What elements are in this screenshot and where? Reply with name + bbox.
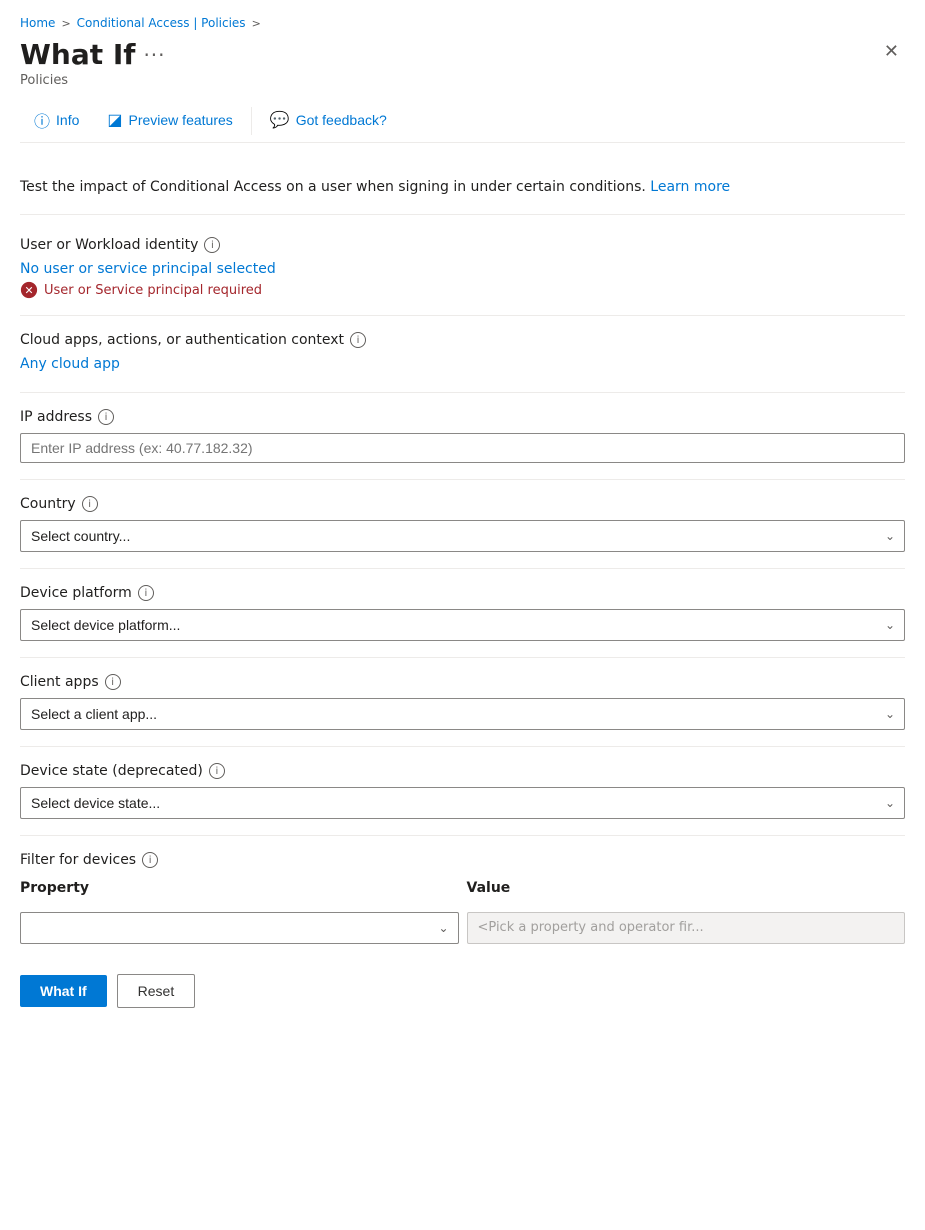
what-if-button[interactable]: What If xyxy=(20,975,107,1007)
user-error-row: ✕ User or Service principal required xyxy=(20,281,905,299)
breadcrumb-conditional-access[interactable]: Conditional Access | Policies xyxy=(77,16,246,30)
error-icon: ✕ xyxy=(20,281,38,299)
page-title-area: What If ··· xyxy=(20,38,166,71)
country-info-icon: i xyxy=(82,496,98,512)
feedback-icon: 💬 xyxy=(270,110,290,130)
country-label: Country i xyxy=(20,496,905,512)
device-state-info-icon: i xyxy=(209,763,225,779)
breadcrumb-sep-1: > xyxy=(61,17,70,30)
info-tab-button[interactable]: ⓘ Info xyxy=(20,100,93,142)
filter-value-display: <Pick a property and operator fir... xyxy=(467,912,906,944)
country-section: Country i Select country... United State… xyxy=(20,480,905,569)
ip-address-input[interactable] xyxy=(20,433,905,463)
page-subtitle: Policies xyxy=(20,73,905,88)
ip-label: IP address i xyxy=(20,409,905,425)
feedback-label: Got feedback? xyxy=(296,112,387,128)
user-selection-link[interactable]: No user or service principal selected xyxy=(20,261,905,277)
client-apps-info-icon: i xyxy=(105,674,121,690)
preview-label: Preview features xyxy=(129,112,233,128)
ip-info-icon: i xyxy=(98,409,114,425)
page-header: What If ··· ✕ xyxy=(20,38,905,71)
breadcrumb: Home > Conditional Access | Policies > xyxy=(20,16,905,30)
cloud-apps-info-icon: i xyxy=(350,332,366,348)
feedback-button[interactable]: 💬 Got feedback? xyxy=(256,102,401,140)
filter-devices-label: Filter for devices i xyxy=(20,852,905,868)
device-platform-select-wrapper: Select device platform... Android iOS Wi… xyxy=(20,609,905,641)
svg-text:✕: ✕ xyxy=(24,284,33,297)
info-circle-icon: ⓘ xyxy=(34,108,50,132)
country-select-wrapper: Select country... United States United K… xyxy=(20,520,905,552)
reset-button[interactable]: Reset xyxy=(117,974,196,1008)
filter-devices-info-icon: i xyxy=(142,852,158,868)
client-apps-section: Client apps i Select a client app... Bro… xyxy=(20,658,905,747)
user-identity-label: User or Workload identity i xyxy=(20,237,905,253)
device-platform-label: Device platform i xyxy=(20,585,905,601)
info-label: Info xyxy=(56,112,79,128)
breadcrumb-home[interactable]: Home xyxy=(20,16,55,30)
description-section: Test the impact of Conditional Access on… xyxy=(20,161,905,215)
device-platform-section: Device platform i Select device platform… xyxy=(20,569,905,658)
cloud-app-selection-link[interactable]: Any cloud app xyxy=(20,356,905,372)
more-options-icon[interactable]: ··· xyxy=(143,43,165,67)
value-column-header: Value xyxy=(467,876,906,904)
client-apps-select-wrapper: Select a client app... Browser Mobile ap… xyxy=(20,698,905,730)
filter-devices-section: Filter for devices i Property Value ⌄ <P… xyxy=(20,836,905,954)
filter-property-select[interactable] xyxy=(20,912,459,944)
filter-grid: Property Value ⌄ <Pick a property and op… xyxy=(20,876,905,944)
ip-address-section: IP address i xyxy=(20,393,905,480)
user-identity-info-icon: i xyxy=(204,237,220,253)
action-bar: What If Reset xyxy=(20,954,905,1024)
device-platform-select[interactable]: Select device platform... Android iOS Wi… xyxy=(20,609,905,641)
toolbar-divider xyxy=(251,107,252,135)
toolbar: ⓘ Info ◪ Preview features 💬 Got feedback… xyxy=(20,100,905,143)
cloud-apps-label: Cloud apps, actions, or authentication c… xyxy=(20,332,905,348)
device-state-label: Device state (deprecated) i xyxy=(20,763,905,779)
device-platform-info-icon: i xyxy=(138,585,154,601)
preview-features-button[interactable]: ◪ Preview features xyxy=(93,102,246,140)
client-apps-select[interactable]: Select a client app... Browser Mobile ap… xyxy=(20,698,905,730)
country-select[interactable]: Select country... United States United K… xyxy=(20,520,905,552)
device-state-select[interactable]: Select device state... Device Hybrid Azu… xyxy=(20,787,905,819)
property-column-header: Property xyxy=(20,876,459,904)
device-state-select-wrapper: Select device state... Device Hybrid Azu… xyxy=(20,787,905,819)
page-container: Home > Conditional Access | Policies > W… xyxy=(0,0,925,1040)
learn-more-link[interactable]: Learn more xyxy=(650,179,730,195)
cloud-apps-section: Cloud apps, actions, or authentication c… xyxy=(20,316,905,393)
preview-icon: ◪ xyxy=(107,110,122,130)
error-message: User or Service principal required xyxy=(44,283,262,298)
page-title: What If xyxy=(20,38,135,71)
breadcrumb-sep-2: > xyxy=(252,17,261,30)
description-text: Test the impact of Conditional Access on… xyxy=(20,179,646,195)
user-identity-section: User or Workload identity i No user or s… xyxy=(20,221,905,316)
close-button[interactable]: ✕ xyxy=(878,38,905,64)
filter-property-select-wrapper: ⌄ xyxy=(20,912,459,944)
device-state-section: Device state (deprecated) i Select devic… xyxy=(20,747,905,836)
client-apps-label: Client apps i xyxy=(20,674,905,690)
